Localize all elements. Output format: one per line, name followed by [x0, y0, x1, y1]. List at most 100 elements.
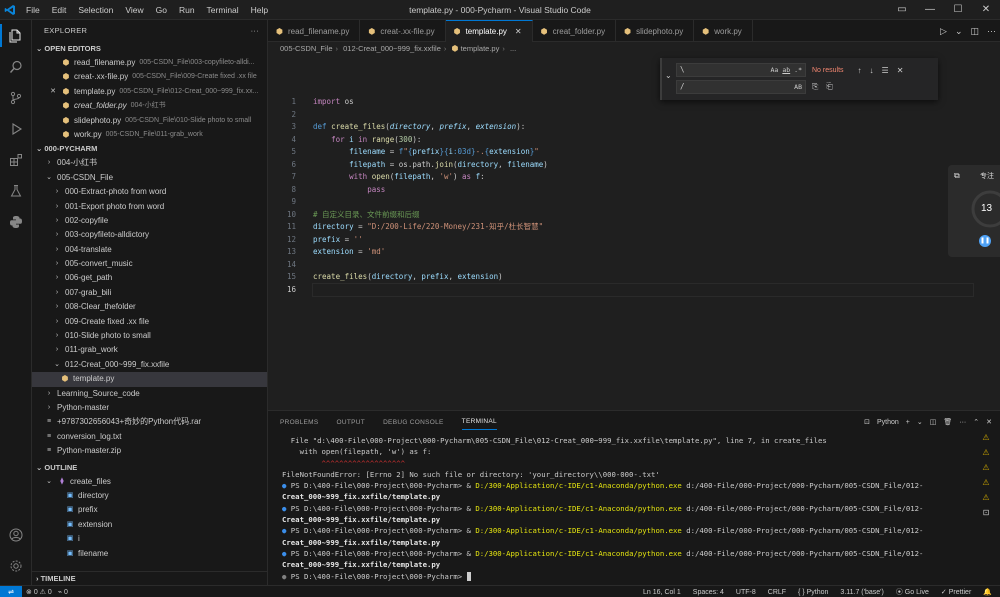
editor-tab[interactable]: ⬢ slidephoto.py — [616, 20, 695, 42]
pause-button[interactable]: ❚❚ — [979, 235, 991, 247]
open-editor-item[interactable]: ⬢ read_filename.py 005-CSDN_File\003-copyf… — [32, 56, 267, 70]
timeline-header[interactable]: › TIMELINE — [32, 571, 267, 585]
folder-item[interactable]: ⌄ 012-Creat_000~999_fix.xxfile — [32, 358, 267, 372]
folder-item[interactable]: › 001-Export photo from word — [32, 200, 267, 214]
warning-icon[interactable]: ⚠ — [976, 463, 996, 478]
encoding[interactable]: UTF-8 — [736, 589, 756, 596]
file-item[interactable]: ⬢ template.py — [32, 372, 267, 387]
menu-help[interactable]: Help — [245, 5, 274, 15]
open-editor-item[interactable]: ⬢ creat_folder.py 004-小红书 — [32, 99, 267, 113]
run-file-icon[interactable]: ▷ — [940, 26, 947, 37]
folder-item[interactable]: › 004-translate — [32, 243, 267, 257]
outline-item[interactable]: ▣ filename — [32, 547, 267, 561]
breadcrumb-item[interactable]: ... — [510, 44, 516, 53]
go-live-button[interactable]: ⦿ Go Live — [896, 587, 929, 597]
new-terminal-icon[interactable]: + — [906, 419, 910, 426]
preserve-case-toggle[interactable]: AB — [794, 81, 802, 93]
line-ending[interactable]: CRLF — [768, 589, 786, 596]
tab-debug-console[interactable]: DEBUG CONSOLE — [383, 419, 444, 426]
folder-item[interactable]: › 011-grab_work — [32, 343, 267, 357]
replace-input[interactable]: / AB — [676, 80, 806, 94]
menu-view[interactable]: View — [119, 5, 149, 15]
close-icon[interactable]: ✕ — [48, 85, 58, 99]
timer-app-icon[interactable]: ⧉ — [954, 171, 960, 181]
notifications-icon[interactable]: 🔔 — [983, 588, 992, 596]
warning-icon[interactable]: ⚠ — [976, 448, 996, 463]
account-icon[interactable] — [0, 519, 32, 550]
manage-gear-icon[interactable] — [0, 550, 32, 581]
chevron-down-icon[interactable]: ⌄ — [955, 26, 963, 37]
ports-indicator[interactable]: ⌁ 0 — [58, 588, 68, 596]
toggle-replace-icon[interactable]: ⌄ — [665, 71, 672, 80]
explorer-icon[interactable] — [0, 20, 32, 51]
close-window-button[interactable]: ✕ — [972, 0, 1000, 20]
open-editor-item[interactable]: ✕ ⬢ template.py 005-CSDN_File\012-Creat_000… — [32, 85, 267, 99]
match-case-toggle[interactable]: Aa — [771, 64, 779, 76]
folder-item[interactable]: › 007-grab_bili — [32, 286, 267, 300]
folder-item[interactable]: › 005-convert_music — [32, 257, 267, 271]
outline-item[interactable]: ▣ directory — [32, 489, 267, 503]
close-find-icon[interactable]: ✕ — [897, 66, 904, 75]
close-icon[interactable]: ✕ — [515, 27, 522, 36]
python-icon[interactable] — [0, 206, 32, 237]
indentation[interactable]: Spaces: 4 — [693, 589, 724, 596]
editor-tab[interactable]: ⬢ template.py ✕ — [445, 20, 533, 42]
folder-item[interactable]: › 009-Create fixed .xx file — [32, 315, 267, 329]
folder-item[interactable]: › 006-get_path — [32, 271, 267, 285]
source-control-icon[interactable] — [0, 82, 32, 113]
breadcrumb-item[interactable]: 005-CSDN_File — [280, 44, 333, 53]
layout-icon[interactable]: ▭ — [888, 0, 916, 20]
folder-item[interactable]: › 000-Extract-photo from word — [32, 185, 267, 199]
prettier-indicator[interactable]: ✓ Prettier — [941, 588, 971, 596]
more-actions-icon[interactable]: ··· — [959, 419, 966, 426]
maximize-panel-icon[interactable]: ⌃ — [973, 418, 979, 426]
outline-item[interactable]: ▣ i — [32, 532, 267, 546]
terminal-shell-label[interactable]: Python — [877, 419, 899, 426]
menu-go[interactable]: Go — [150, 5, 173, 15]
open-editor-item[interactable]: ⬢ slidephoto.py 005-CSDN_File\010-Slide ph… — [32, 114, 267, 128]
file-item[interactable]: ≡ Python-master.zip — [32, 444, 267, 458]
open-editor-item[interactable]: ⬢ creat-.xx-file.py 005-CSDN_File\009-Crea… — [32, 70, 267, 84]
maximize-button[interactable]: ☐ — [944, 0, 972, 20]
outline-item[interactable]: ▣ extension — [32, 518, 267, 532]
tab-output[interactable]: OUTPUT — [337, 419, 366, 426]
outline-item[interactable]: ▣ prefix — [32, 503, 267, 517]
open-editor-item[interactable]: ⬢ work.py 005-CSDN_File\011-grab_work — [32, 128, 267, 142]
cursor-position[interactable]: Ln 16, Col 1 — [643, 589, 681, 596]
find-input[interactable]: \ Aa ab .* — [676, 63, 806, 77]
code-area[interactable]: import os def create_files(directory, pr… — [312, 96, 974, 297]
next-match-icon[interactable]: ↓ — [870, 66, 874, 75]
breadcrumb-item[interactable]: template.py — [461, 44, 500, 53]
menu-run[interactable]: Run — [173, 5, 201, 15]
folder-item[interactable]: › 008-Clear_thefolder — [32, 300, 267, 314]
editor-tab[interactable]: ⬢ creat_folder.py — [533, 20, 617, 42]
minimize-button[interactable]: — — [916, 0, 944, 20]
more-actions-icon[interactable]: ··· — [251, 20, 259, 42]
open-editors-header[interactable]: ⌄ OPEN EDITORS — [32, 42, 267, 56]
breadcrumb-item[interactable]: 012-Creat_000~999_fix.xxfile — [343, 44, 441, 53]
remote-indicator-icon[interactable]: ⇌ — [0, 585, 22, 597]
previous-match-icon[interactable]: ↑ — [858, 66, 862, 75]
terminal-icon[interactable]: ⊡ — [976, 508, 996, 523]
replace-one-icon[interactable]: ⎘ — [812, 82, 818, 92]
folder-item[interactable]: › Learning_Source_code — [32, 387, 267, 401]
more-actions-icon[interactable]: ··· — [987, 26, 996, 36]
warning-icon[interactable]: ⚠ — [976, 493, 996, 508]
file-item[interactable]: ≡ +9787302656043+奇妙的Python代码.rar — [32, 415, 267, 429]
extensions-icon[interactable] — [0, 144, 32, 175]
kill-terminal-icon[interactable]: 🗑 — [943, 418, 952, 426]
search-icon[interactable] — [0, 51, 32, 82]
python-interpreter[interactable]: 3.11.7 ('base') — [840, 589, 883, 596]
folder-item[interactable]: › 004-小红书 — [32, 156, 267, 170]
replace-all-icon[interactable]: ⎗ — [826, 82, 832, 92]
editor-tab[interactable]: ⬢ read_filename.py — [268, 20, 361, 42]
folder-item[interactable]: › 002-copyfile — [32, 214, 267, 228]
split-editor-icon[interactable]: ◫ — [970, 26, 979, 37]
tab-terminal[interactable]: TERMINAL — [461, 415, 497, 430]
folder-item[interactable]: › 010-Slide photo to small — [32, 329, 267, 343]
menu-selection[interactable]: Selection — [72, 5, 119, 15]
menu-file[interactable]: File — [20, 5, 46, 15]
workspace-header[interactable]: ⌄ 000-PYCHARM — [32, 142, 267, 156]
file-item[interactable]: ≡ conversion_log.txt — [32, 430, 267, 444]
outline-item[interactable]: ⌄ ⧫ create_files — [32, 475, 267, 489]
